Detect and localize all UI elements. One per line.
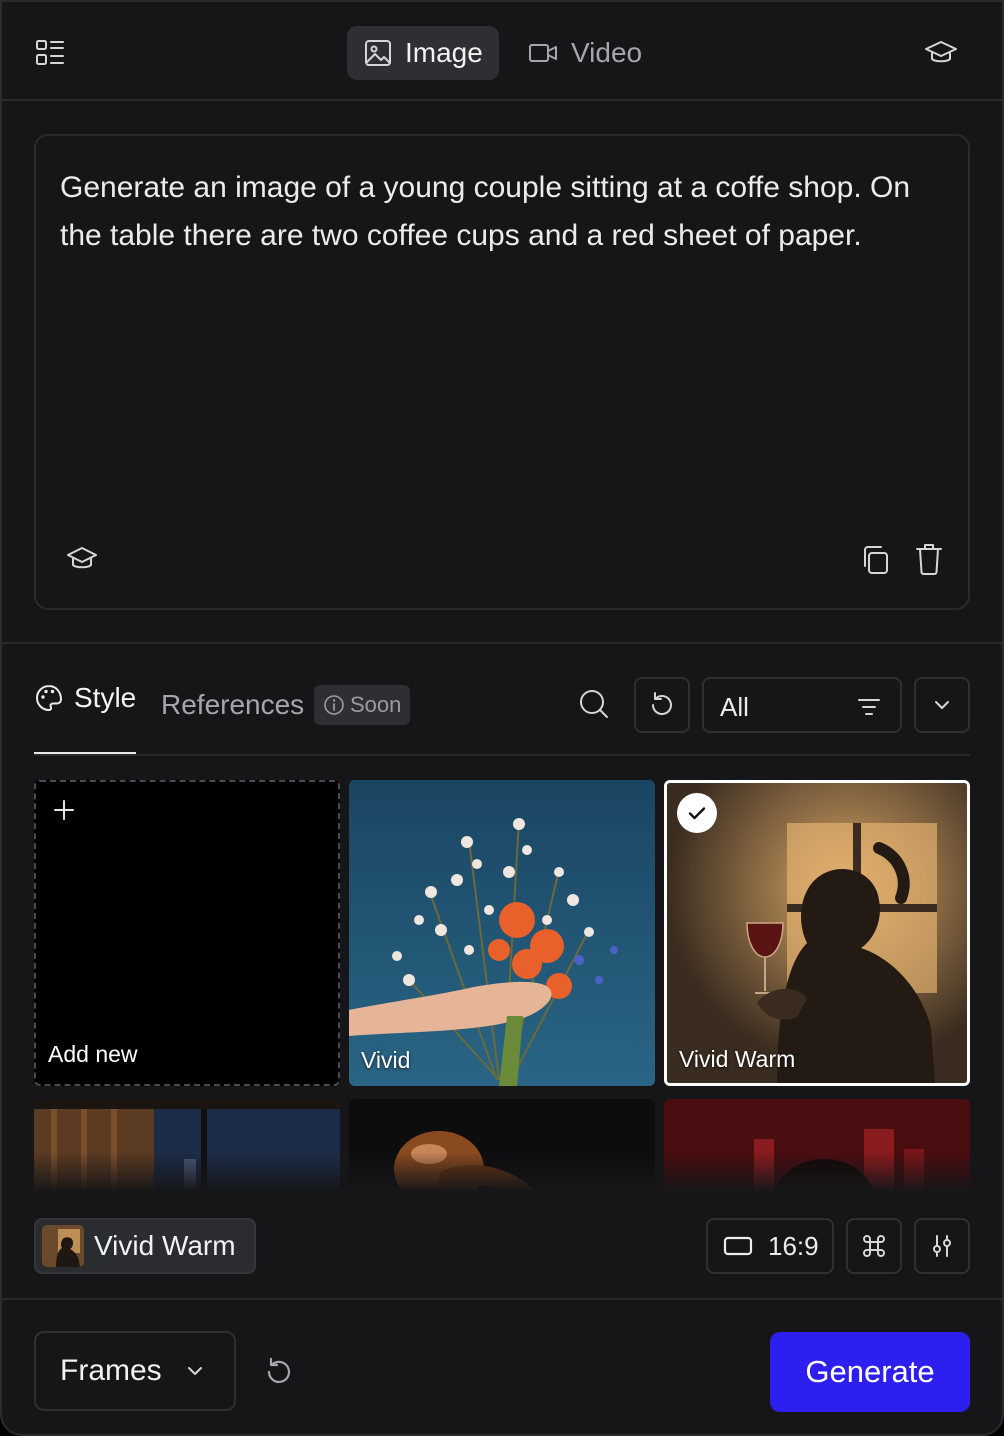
grid-fade <box>34 1152 970 1192</box>
divider <box>2 1298 1002 1300</box>
add-new-style-card[interactable]: Add new <box>34 780 340 1086</box>
frames-select[interactable]: Frames <box>34 1331 236 1411</box>
style-card-vivid[interactable]: Vivid <box>349 780 655 1086</box>
copy-icon[interactable] <box>858 542 892 578</box>
aspect-ratio-icon <box>722 1234 754 1258</box>
add-new-label: Add new <box>48 1041 138 1067</box>
frames-label: Frames <box>60 1354 162 1387</box>
chevron-down-icon <box>931 694 953 716</box>
trash-icon[interactable] <box>912 540 946 578</box>
advanced-settings-button[interactable] <box>914 1218 970 1274</box>
vivid-label: Vivid <box>361 1047 411 1073</box>
generate-button[interactable]: Generate <box>770 1332 970 1412</box>
selected-style-label: Vivid Warm <box>94 1230 236 1261</box>
tab-video[interactable]: Video <box>511 26 658 80</box>
filter-select[interactable]: All <box>702 677 902 733</box>
graduation-cap-icon[interactable] <box>920 36 962 70</box>
selected-style-thumbnail <box>42 1225 84 1267</box>
video-camera-icon <box>527 38 559 68</box>
style-card-vivid-warm[interactable]: Vivid Warm <box>664 780 970 1086</box>
expand-dropdown-button[interactable] <box>914 677 970 733</box>
refresh-styles-button[interactable] <box>634 677 690 733</box>
prompt-text[interactable]: Generate an image of a young couple sitt… <box>60 164 950 260</box>
selected-check-icon <box>677 793 717 833</box>
palette-icon <box>34 683 64 713</box>
tab-video-label: Video <box>571 37 643 68</box>
style-grid: Add new Vivid Vivid Warm <box>34 780 970 1192</box>
tab-image[interactable]: Image <box>347 26 499 80</box>
divider <box>2 642 1002 644</box>
command-key-icon <box>860 1232 888 1260</box>
prompt-guide-graduation-cap-icon[interactable] <box>64 542 100 576</box>
sliders-icon <box>928 1232 956 1260</box>
soon-badge: Soon <box>314 685 411 725</box>
tabs-divider <box>34 754 970 756</box>
filter-icon <box>856 694 882 720</box>
generator-panel: Image Video Generate an image of a young… <box>0 0 1004 1436</box>
header: Image Video <box>2 2 1002 101</box>
chevron-down-icon <box>184 1360 206 1382</box>
info-icon <box>323 694 345 716</box>
tab-style[interactable]: Style <box>34 682 136 714</box>
vivid-warm-thumbnail <box>667 783 967 1083</box>
aspect-ratio-button[interactable]: 16:9 <box>706 1218 834 1274</box>
filter-value: All <box>720 692 749 722</box>
tab-style-label: Style <box>74 682 137 713</box>
reset-icon[interactable] <box>262 1355 296 1389</box>
plus-icon <box>50 796 78 824</box>
menu-list-icon[interactable] <box>32 36 68 70</box>
refresh-icon <box>647 690 677 720</box>
vivid-warm-label: Vivid Warm <box>679 1046 796 1072</box>
image-icon <box>363 38 393 68</box>
tab-references[interactable]: References <box>161 689 304 721</box>
vivid-thumbnail <box>349 780 655 1086</box>
aspect-ratio-value: 16:9 <box>768 1230 819 1261</box>
selected-style-chip[interactable]: Vivid Warm <box>34 1218 256 1274</box>
command-button[interactable] <box>846 1218 902 1274</box>
prompt-textarea[interactable]: Generate an image of a young couple sitt… <box>34 134 970 610</box>
tab-image-label: Image <box>405 37 483 68</box>
soon-label: Soon <box>350 692 402 717</box>
search-icon[interactable] <box>576 686 612 722</box>
